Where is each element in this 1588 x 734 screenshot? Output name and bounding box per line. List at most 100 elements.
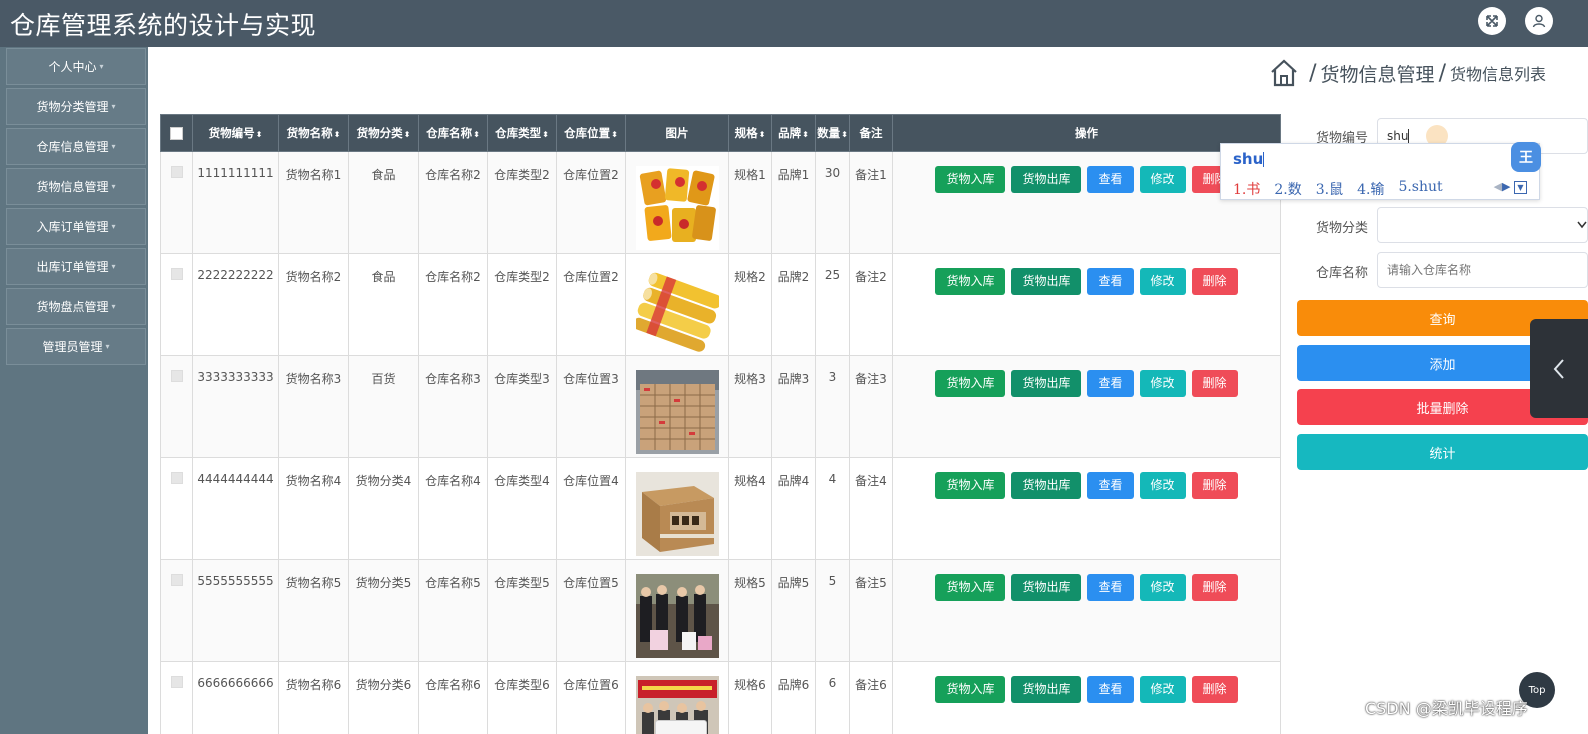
fullscreen-icon[interactable] bbox=[1478, 7, 1506, 35]
sidebar-item-outbound-orders[interactable]: 出库订单管理 ▾ bbox=[6, 248, 146, 285]
delete-button[interactable]: 删除 bbox=[1191, 676, 1238, 703]
row-checkbox[interactable] bbox=[160, 457, 193, 560]
cell-spec: 规格2 bbox=[728, 253, 772, 356]
stock-in-button[interactable]: 货物入库 bbox=[935, 268, 1006, 295]
row-checkbox[interactable] bbox=[160, 661, 193, 734]
stock-out-button[interactable]: 货物出库 bbox=[1011, 370, 1082, 397]
sidebar-item-admin-management[interactable]: 管理员管理 ▾ bbox=[6, 328, 146, 365]
ime-page-nav: ◀▶ ▼ bbox=[1494, 180, 1527, 194]
edit-button[interactable]: 修改 bbox=[1139, 472, 1186, 499]
stats-button[interactable]: 统计 bbox=[1297, 434, 1588, 470]
ime-candidate[interactable]: 1.书 bbox=[1233, 179, 1260, 199]
column-header[interactable]: 货物名称⬍ bbox=[278, 114, 349, 152]
stock-in-button[interactable]: 货物入库 bbox=[935, 574, 1006, 601]
sidebar-item-warehouse-management[interactable]: 仓库信息管理 ▾ bbox=[6, 128, 146, 165]
ime-candidate[interactable]: 3.鼠 bbox=[1316, 179, 1343, 199]
sidebar-item-inventory-check[interactable]: 货物盘点管理 ▾ bbox=[6, 288, 146, 325]
ime-candidate[interactable]: 2.数 bbox=[1274, 179, 1301, 199]
cell-location: 仓库位置2 bbox=[556, 253, 626, 356]
category-select[interactable] bbox=[1377, 207, 1588, 243]
cell-brand: 品牌4 bbox=[771, 457, 816, 560]
view-button[interactable]: 查看 bbox=[1087, 676, 1134, 703]
delete-button[interactable]: 删除 bbox=[1191, 268, 1238, 295]
stock-in-button[interactable]: 货物入库 bbox=[935, 472, 1006, 499]
sort-icon: ⬍ bbox=[333, 130, 341, 139]
sort-icon: ⬍ bbox=[255, 130, 263, 139]
breadcrumb-main[interactable]: 货物信息管理 bbox=[1321, 60, 1435, 87]
delete-button[interactable]: 删除 bbox=[1191, 574, 1238, 601]
delete-button[interactable]: 删除 bbox=[1191, 472, 1238, 499]
column-header[interactable]: 品牌⬍ bbox=[771, 114, 816, 152]
product-image-cardboard-box[interactable] bbox=[635, 472, 719, 556]
column-header[interactable]: 货物分类⬍ bbox=[348, 114, 419, 152]
view-button[interactable]: 查看 bbox=[1087, 472, 1134, 499]
column-header[interactable]: 货物编号⬍ bbox=[192, 114, 279, 152]
stock-out-button[interactable]: 货物出库 bbox=[1011, 472, 1082, 499]
stock-in-button[interactable]: 货物入库 bbox=[935, 166, 1006, 193]
ime-expand-icon[interactable]: ▼ bbox=[1514, 181, 1527, 194]
column-header[interactable]: 规格⬍ bbox=[728, 114, 772, 152]
breadcrumb-current: 货物信息列表 bbox=[1449, 65, 1546, 84]
cell-location: 仓库位置4 bbox=[556, 457, 626, 560]
chevron-down-icon: ▾ bbox=[105, 342, 110, 351]
collapse-panel-tab[interactable] bbox=[1530, 319, 1588, 418]
sidebar-item-inbound-orders[interactable]: 入库订单管理 ▾ bbox=[6, 208, 146, 245]
cell-warehouse-type: 仓库类型3 bbox=[487, 355, 557, 458]
ime-next-icon[interactable]: ▶ bbox=[1502, 180, 1510, 193]
chevron-down-icon: ▾ bbox=[111, 302, 116, 311]
column-header[interactable]: 仓库名称⬍ bbox=[418, 114, 488, 152]
cell-code: 1111111111 bbox=[192, 151, 279, 254]
cell-quantity: 25 bbox=[815, 253, 850, 356]
sidebar-item-label: 货物信息管理 bbox=[36, 180, 109, 194]
ime-candidate[interactable]: 4.输 bbox=[1357, 179, 1384, 199]
edit-button[interactable]: 修改 bbox=[1139, 574, 1186, 601]
stock-out-button[interactable]: 货物出库 bbox=[1011, 574, 1082, 601]
column-header[interactable]: 仓库位置⬍ bbox=[556, 114, 626, 152]
cell-spec: 规格1 bbox=[728, 151, 772, 254]
stock-in-button[interactable]: 货物入库 bbox=[935, 370, 1006, 397]
delete-button[interactable]: 删除 bbox=[1191, 370, 1238, 397]
cell-category: 货物分类6 bbox=[348, 661, 419, 734]
sidebar-item-label: 货物盘点管理 bbox=[36, 300, 109, 314]
table-row: 2222222222 货物名称2 食品 仓库名称2 仓库类型2 仓库位置2 规格… bbox=[160, 253, 1281, 356]
home-icon[interactable] bbox=[1269, 58, 1299, 88]
chevron-down-icon: ▾ bbox=[111, 102, 116, 111]
edit-button[interactable]: 修改 bbox=[1139, 676, 1186, 703]
column-header[interactable]: 仓库类型⬍ bbox=[487, 114, 557, 152]
edit-button[interactable]: 修改 bbox=[1139, 268, 1186, 295]
edit-button[interactable]: 修改 bbox=[1139, 370, 1186, 397]
view-button[interactable]: 查看 bbox=[1087, 370, 1134, 397]
select-all-checkbox[interactable] bbox=[160, 114, 193, 152]
ime-prev-icon[interactable]: ◀ bbox=[1494, 180, 1502, 193]
row-checkbox[interactable] bbox=[160, 355, 193, 458]
sidebar-item-label: 管理员管理 bbox=[42, 340, 103, 354]
stock-out-button[interactable]: 货物出库 bbox=[1011, 166, 1082, 193]
table-row: 5555555555 货物名称5 货物分类5 仓库名称5 仓库类型5 仓库位置5… bbox=[160, 559, 1281, 662]
row-checkbox[interactable] bbox=[160, 151, 193, 254]
stock-in-button[interactable]: 货物入库 bbox=[935, 676, 1006, 703]
sidebar-item-goods-management[interactable]: 货物信息管理 ▾ bbox=[6, 168, 146, 205]
sidebar-item-personal-center[interactable]: 个人中心 ▾ bbox=[6, 48, 146, 85]
product-image-chip-cans[interactable] bbox=[635, 268, 719, 352]
user-icon[interactable] bbox=[1525, 7, 1553, 35]
product-image-snack-bags[interactable] bbox=[635, 166, 719, 250]
column-header[interactable]: 数量⬍ bbox=[815, 114, 850, 152]
stock-out-button[interactable]: 货物出库 bbox=[1011, 676, 1082, 703]
cell-actions: 货物入库 货物出库 查看 修改 删除 bbox=[892, 355, 1281, 458]
row-checkbox[interactable] bbox=[160, 253, 193, 356]
chevron-down-icon: ▾ bbox=[111, 262, 116, 271]
view-button[interactable]: 查看 bbox=[1087, 574, 1134, 601]
sidebar-item-category-management[interactable]: 货物分类管理 ▾ bbox=[6, 88, 146, 125]
ime-candidate[interactable]: 5.shut bbox=[1398, 179, 1442, 199]
cell-actions: 货物入库 货物出库 查看 修改 删除 bbox=[892, 559, 1281, 662]
stock-out-button[interactable]: 货物出库 bbox=[1011, 268, 1082, 295]
product-image-people-with-goods[interactable] bbox=[635, 574, 719, 658]
warehouse-search-input[interactable] bbox=[1377, 252, 1588, 288]
view-button[interactable]: 查看 bbox=[1087, 166, 1134, 193]
view-button[interactable]: 查看 bbox=[1087, 268, 1134, 295]
row-checkbox[interactable] bbox=[160, 559, 193, 662]
sidebar: 个人中心 ▾ 货物分类管理 ▾ 仓库信息管理 ▾ 货物信息管理 ▾ 入库订单管理 ▾ 出库… bbox=[0, 47, 148, 734]
product-image-stacked-boxes[interactable] bbox=[635, 370, 719, 454]
cell-warehouse: 仓库名称4 bbox=[418, 457, 488, 560]
edit-button[interactable]: 修改 bbox=[1139, 166, 1186, 193]
